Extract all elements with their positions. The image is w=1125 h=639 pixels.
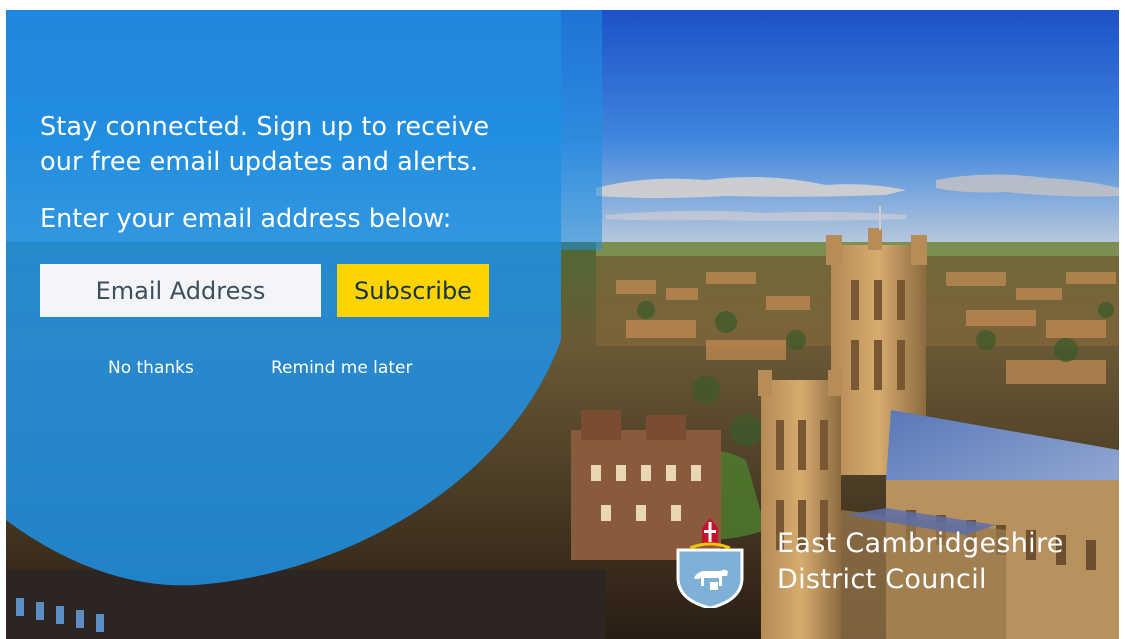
email-signup-popup: Stay connected. Sign up to receive our f… <box>6 10 1119 639</box>
signup-headline: Stay connected. Sign up to receive our f… <box>40 112 490 177</box>
no-thanks-link[interactable]: No thanks <box>108 357 194 379</box>
email-address-input[interactable] <box>40 264 321 317</box>
remind-me-later-link[interactable]: Remind me later <box>271 357 412 379</box>
email-prompt: Enter your email address below: <box>40 204 452 234</box>
council-name: East Cambridgeshire District Council <box>777 528 1064 595</box>
subscribe-button[interactable]: Subscribe <box>337 264 489 317</box>
council-crest-icon <box>676 518 744 608</box>
